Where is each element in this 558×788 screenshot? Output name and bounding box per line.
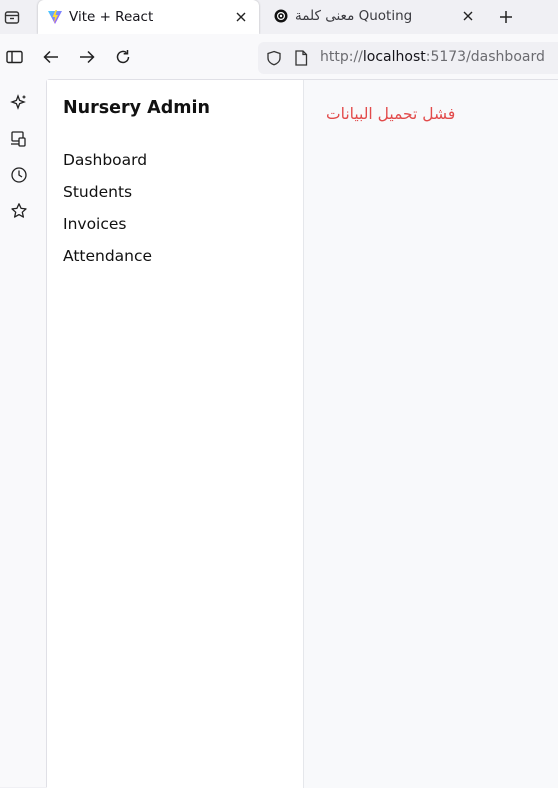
app-brand: Nursery Admin — [63, 98, 210, 118]
close-tab-icon[interactable] — [233, 9, 249, 25]
star-icon — [11, 203, 27, 218]
app-sidebar: Nursery Admin Dashboard Students Invoice… — [47, 80, 304, 788]
nav-item-invoices[interactable]: Invoices — [63, 215, 127, 233]
url-host: localhost — [362, 49, 426, 65]
reload-icon — [116, 50, 130, 64]
page-info-icon[interactable] — [294, 50, 308, 70]
url-scheme: http:// — [320, 49, 363, 65]
close-tab-icon[interactable] — [460, 8, 476, 24]
tab-list-button[interactable] — [4, 6, 20, 26]
reload-button[interactable] — [113, 47, 133, 67]
tab-title: Vite + React — [69, 9, 154, 25]
vite-icon — [47, 9, 63, 25]
browser-sidebar — [0, 80, 46, 787]
chatgpt-icon — [273, 8, 289, 24]
ai-chatbot-button[interactable] — [9, 93, 29, 113]
clock-icon — [11, 167, 27, 183]
back-arrow-icon — [43, 50, 58, 64]
error-message: فشل تحميل البيانات — [326, 105, 456, 123]
tab-vite-react[interactable]: Vite + React — [38, 0, 259, 34]
sidebar-toggle-button[interactable] — [5, 47, 25, 67]
synced-tabs-button[interactable] — [9, 129, 29, 149]
address-bar[interactable]: http://localhost:5173/dashboard — [258, 42, 558, 74]
nav-item-attendance[interactable]: Attendance — [63, 247, 152, 265]
page-viewport: Nursery Admin Dashboard Students Invoice… — [46, 79, 558, 788]
tab-title: معنى كلمة Quoting — [295, 8, 413, 24]
tab-quoting[interactable]: معنى كلمة Quoting — [264, 0, 486, 32]
plus-icon — [500, 11, 512, 23]
sidebar-icon — [6, 50, 23, 64]
history-button[interactable] — [9, 165, 29, 185]
sparkle-icon — [10, 94, 26, 110]
url-path: :5173/dashboard — [425, 49, 545, 65]
nav-item-dashboard[interactable]: Dashboard — [63, 151, 147, 169]
tracking-protection-icon[interactable] — [266, 50, 282, 70]
tab-list-icon — [4, 11, 20, 24]
main-content: فشل تحميل البيانات — [304, 80, 558, 788]
back-button[interactable] — [41, 47, 61, 67]
forward-arrow-icon — [80, 50, 95, 64]
nav-item-students[interactable]: Students — [63, 183, 132, 201]
tab-bar: Vite + React معنى كلمة Quoting — [0, 0, 558, 34]
bookmarks-button[interactable] — [9, 201, 29, 221]
synced-tabs-icon — [11, 131, 26, 147]
new-tab-button[interactable] — [496, 7, 516, 27]
forward-button[interactable] — [77, 47, 97, 67]
url-text[interactable]: http://localhost:5173/dashboard — [320, 49, 545, 65]
